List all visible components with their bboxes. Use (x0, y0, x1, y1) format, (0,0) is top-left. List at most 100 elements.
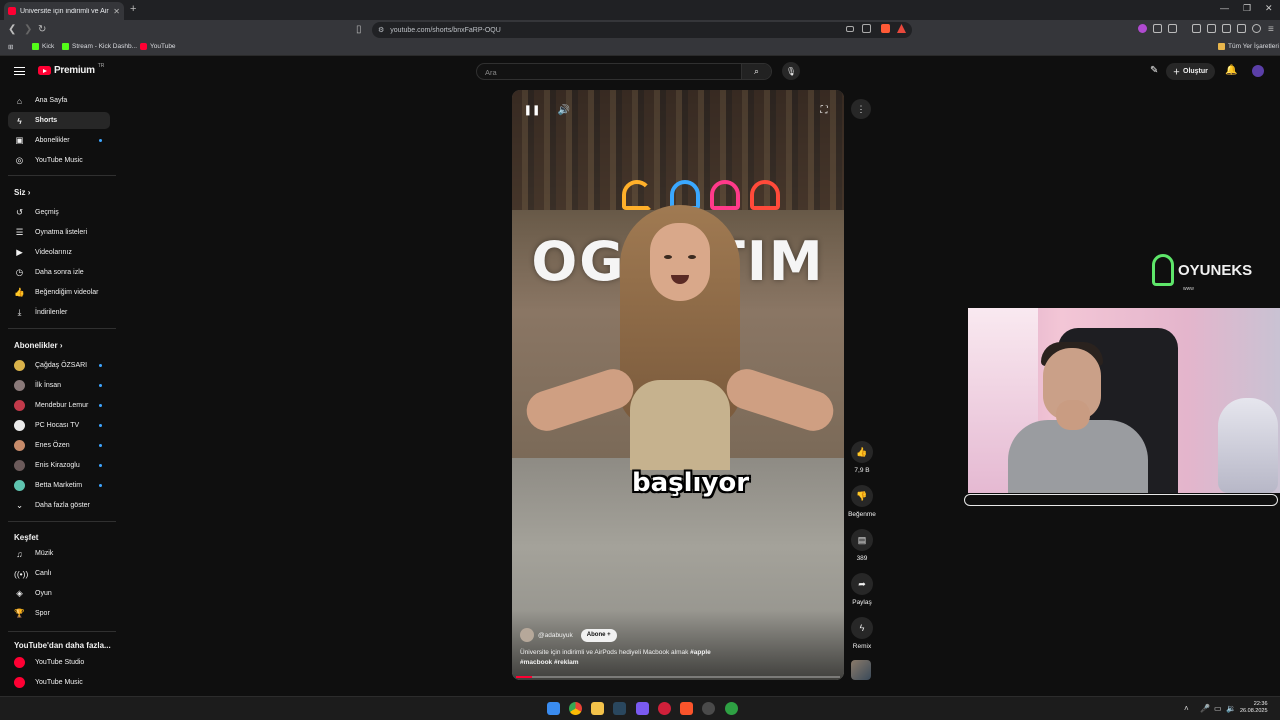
avatar[interactable] (1252, 65, 1264, 77)
sidebar-subscription[interactable]: Mendebur Lemur (8, 397, 110, 414)
forward-icon[interactable]: ❯ (24, 24, 32, 35)
sidebar-item-youtube-music-app[interactable]: YouTube Music (8, 674, 110, 691)
tab-title: Üniversite için indirimli ve Air (20, 7, 109, 15)
sidebar-item-watch-later[interactable]: ◷ Daha sonra izle (8, 264, 110, 281)
extension-icon[interactable] (1153, 24, 1162, 33)
site-info-icon[interactable]: ⚙ (378, 26, 384, 34)
comments-button[interactable]: ▤ 389 (846, 529, 878, 562)
sidebar-item-youtube-studio[interactable]: YouTube Studio (8, 654, 110, 671)
hashtag[interactable]: #apple (690, 649, 711, 656)
sidebar-item-your-videos[interactable]: ▶ Videolarınız (8, 244, 110, 261)
dislike-button[interactable]: 👎 Beğenme (846, 485, 878, 518)
close-tab-icon[interactable]: ✕ (113, 7, 120, 16)
sidebar-subscription[interactable]: Enes Özen (8, 437, 110, 454)
monitor-tray-icon[interactable]: ▭ (1214, 704, 1222, 713)
reload-icon[interactable]: ↻ (38, 24, 46, 35)
new-tab-button[interactable]: + (130, 3, 136, 15)
chrome-icon[interactable] (569, 702, 582, 715)
sidebar-show-more[interactable]: ⌄ Daha fazla göster (8, 497, 110, 514)
apps-icon[interactable]: ⊞ (8, 43, 13, 51)
section-you[interactable]: Siz › (14, 188, 30, 197)
url-field[interactable]: ⚙ youtube.com/shorts/bnxFaRP-OQU (372, 22, 912, 38)
sidebar-item-youtube-music[interactable]: ◎ YouTube Music (8, 152, 110, 169)
tray-chevron-icon[interactable]: ˄ (1184, 704, 1189, 713)
steam-icon[interactable] (613, 702, 626, 715)
volume-tray-icon[interactable]: 🔉 (1226, 704, 1236, 713)
share-page-icon[interactable] (862, 24, 871, 33)
pause-icon[interactable]: ❚❚ (524, 102, 541, 118)
wallet-icon[interactable] (1222, 24, 1231, 33)
extension-icon[interactable] (1237, 24, 1246, 33)
mic-tray-icon[interactable]: 🎤 (1200, 704, 1210, 713)
extension-icon[interactable] (1168, 24, 1177, 33)
obs-icon[interactable] (702, 702, 715, 715)
section-subscriptions[interactable]: Abonelikler › (14, 341, 62, 350)
sidebar-subscription[interactable]: PC Hocası TV (8, 417, 110, 434)
kick-icon (62, 43, 69, 50)
sidebar-subscription[interactable]: Çağdaş ÖZSARI (8, 357, 110, 374)
sidebar-item-subscriptions[interactable]: ▣ Abonelikler (8, 132, 110, 149)
system-clock[interactable]: 22:36 26.08.2025 (1240, 701, 1268, 715)
subscribe-button[interactable]: Abone + (580, 628, 617, 642)
xbox-icon[interactable] (725, 702, 738, 715)
sidebar-item-shorts[interactable]: ϟ Shorts (8, 112, 110, 129)
video-person (521, 205, 839, 470)
fullscreen-icon[interactable]: ⛶ (816, 102, 832, 118)
extension-icon[interactable] (1138, 24, 1147, 33)
brave-shield-icon[interactable] (881, 24, 890, 33)
channel-name[interactable]: @adabuyuk (538, 632, 573, 639)
channel-avatar[interactable] (520, 628, 534, 642)
windows-start-icon[interactable] (547, 702, 560, 715)
minimize-icon[interactable]: — (1220, 3, 1229, 13)
hashtag[interactable]: #reklam (554, 659, 579, 666)
hamburger-menu-icon[interactable] (14, 67, 25, 75)
search-button[interactable]: ⌕ (741, 64, 771, 79)
sidebar-icon[interactable] (1207, 24, 1216, 33)
discord-icon[interactable] (636, 702, 649, 715)
sidebar-item-history[interactable]: ↺ Geçmiş (8, 204, 110, 221)
sidebar-item-music[interactable]: ♫ Müzik (8, 545, 110, 562)
search-input[interactable]: Ara ⌕ (476, 63, 772, 80)
video-progress-bar[interactable] (516, 676, 840, 678)
browser-tab[interactable]: Üniversite için indirimli ve Air ✕ (4, 2, 124, 20)
bookmark-youtube[interactable]: YouTube (140, 43, 176, 50)
sidebar-item-home[interactable]: ⌂ Ana Sayfa (8, 92, 110, 109)
create-gear-icon[interactable]: ✎ (1150, 65, 1158, 76)
back-icon[interactable]: ❮ (8, 24, 16, 35)
restore-icon[interactable]: ❐ (1243, 3, 1251, 14)
opera-icon[interactable] (658, 702, 671, 715)
notifications-bell-icon[interactable]: 🔔 (1225, 65, 1237, 76)
close-window-icon[interactable]: ✕ (1265, 3, 1273, 14)
hashtag[interactable]: #macbook (520, 659, 552, 666)
all-bookmarks[interactable]: Tüm Yer İşaretleri (1218, 43, 1279, 50)
sidebar-subscription[interactable]: Enis Kirazoglu (8, 457, 110, 474)
sidebar-subscription[interactable]: İlk İnsan (8, 377, 110, 394)
create-button[interactable]: ＋ Oluştur (1166, 63, 1215, 80)
bookmark-kick[interactable]: Kick (32, 43, 54, 50)
more-options-icon[interactable]: ⋮ (851, 99, 871, 119)
shorts-video-player[interactable]: OGRETIM başlıyor ❚❚ 🔊 ⛶ @adabuyuk Abone … (512, 90, 844, 680)
video-description[interactable]: Üniversite için indirimli ve AirPods hed… (520, 648, 740, 668)
vpn-icon[interactable] (1252, 24, 1261, 33)
sound-thumbnail[interactable] (851, 660, 871, 680)
volume-icon[interactable]: 🔊 (556, 102, 572, 118)
browser-menu-icon[interactable]: ≡ (1268, 24, 1274, 35)
sidebar-item-gaming[interactable]: ◈ Oyun (8, 585, 110, 602)
file-explorer-icon[interactable] (591, 702, 604, 715)
sidebar-item-playlists[interactable]: ☰ Oynatma listeleri (8, 224, 110, 241)
media-icon[interactable] (1192, 24, 1201, 33)
like-button[interactable]: 👍 7,9 B (846, 441, 878, 474)
brave-icon[interactable] (680, 702, 693, 715)
sidebar-subscription[interactable]: Betta Marketim (8, 477, 110, 494)
remix-button[interactable]: ϟ Remix (846, 617, 878, 650)
sidebar-item-live[interactable]: ((•)) Canlı (8, 565, 110, 582)
sidebar-item-downloads[interactable]: ⤓ İndirilenler (8, 304, 110, 321)
sidebar-item-liked-videos[interactable]: 👍 Beğendiğim videolar (8, 284, 110, 301)
bookmark-icon[interactable]: ▯ (356, 24, 362, 35)
voice-search-button[interactable]: 🎙 (782, 62, 800, 80)
bookmark-stream-dashboard[interactable]: Stream - Kick Dashb... (62, 43, 137, 50)
sidebar-item-sports[interactable]: 🏆 Spor (8, 605, 110, 622)
youtube-premium-logo[interactable]: Premium TR (38, 63, 104, 76)
share-button[interactable]: ➦ Paylaş (846, 573, 878, 606)
cast-icon[interactable] (846, 26, 854, 32)
